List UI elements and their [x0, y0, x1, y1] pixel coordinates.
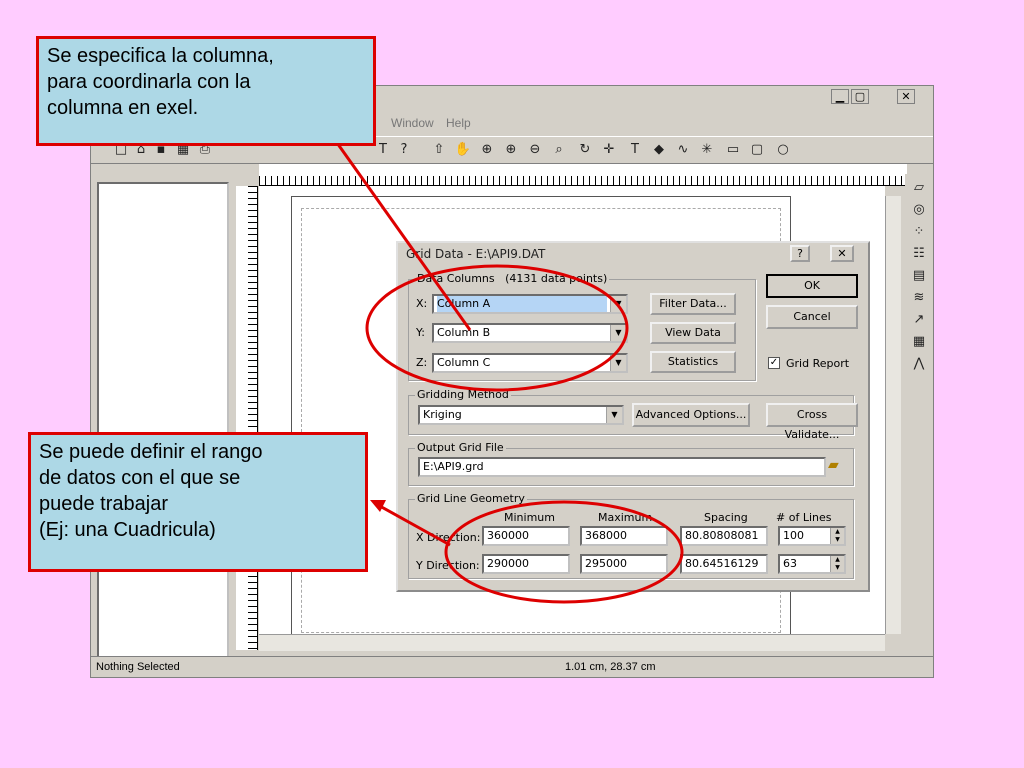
spin-arrows-icon[interactable]: ▲ ▼: [830, 528, 844, 544]
close-window-button[interactable]: ✕: [897, 89, 915, 104]
zoom-fit-icon[interactable]: ⌕: [549, 141, 569, 159]
horizontal-ruler: [259, 164, 907, 186]
horizontal-scrollbar[interactable]: [259, 634, 885, 651]
y-column-label: Y:: [416, 326, 425, 339]
dialog-title: Grid Data - E:\API9.DAT: [406, 247, 546, 261]
spacing-header: Spacing: [704, 511, 748, 524]
chevron-down-icon[interactable]: ▼: [610, 355, 626, 371]
x-column-label: X:: [416, 297, 428, 310]
text-icon[interactable]: T: [625, 141, 645, 159]
top-callout: Se especifica la columna, para coordinar…: [36, 36, 376, 146]
grid-geometry-legend: Grid Line Geometry: [415, 492, 527, 505]
chevron-down-icon[interactable]: ▼: [610, 296, 626, 312]
classed-post-icon[interactable]: ☷: [909, 244, 929, 264]
image-map-icon[interactable]: ▤: [909, 266, 929, 286]
chevron-down-icon[interactable]: ▼: [610, 325, 626, 341]
data-columns-legend: Data Columns: [417, 272, 495, 285]
gridding-method-select[interactable]: Kriging ▼: [418, 405, 624, 425]
polyline-icon[interactable]: ∿: [673, 141, 693, 159]
callout-line: columna en exel.: [47, 97, 199, 119]
y-spacing-input[interactable]: 80.64516129: [680, 554, 768, 574]
grid-data-dialog: Grid Data - E:\API9.DAT ? ✕ Data Columns…: [396, 241, 870, 592]
chevron-down-icon[interactable]: ▼: [606, 407, 622, 423]
crosshair-icon[interactable]: ✛: [599, 141, 619, 159]
status-selection: Nothing Selected: [96, 661, 180, 673]
rectangle-icon[interactable]: ▭: [723, 141, 743, 159]
x-max-input[interactable]: 368000: [580, 526, 668, 546]
restore-button[interactable]: ▢: [851, 89, 869, 104]
callout-line: Se puede definir el rango: [39, 441, 263, 463]
cross-validate-button[interactable]: Cross Validate...: [766, 403, 858, 441]
dialog-help-button[interactable]: ?: [790, 245, 810, 262]
callout-line: (Ej: una Cuadricula): [39, 519, 216, 541]
data-points-count: (4131 data points): [505, 272, 608, 285]
spin-arrows-icon[interactable]: ▲ ▼: [830, 556, 844, 572]
folder-open-icon[interactable]: ▰: [828, 457, 848, 477]
text-tool-icon[interactable]: T: [373, 141, 393, 159]
zoom-rect-icon[interactable]: ⊕: [477, 141, 497, 159]
vector-map-icon[interactable]: ↗: [909, 310, 929, 330]
pan-hand-icon[interactable]: ✋: [453, 141, 473, 159]
polygon-icon[interactable]: ◆: [649, 141, 669, 159]
vertical-scrollbar[interactable]: [885, 196, 901, 634]
y-lines-stepper[interactable]: 63 ▲ ▼: [778, 554, 846, 574]
cancel-button[interactable]: Cancel: [766, 305, 858, 329]
callout-line: Se especifica la columna,: [47, 45, 274, 67]
wireframe-icon[interactable]: ▦: [909, 332, 929, 352]
minimum-header: Minimum: [504, 511, 555, 524]
y-max-input[interactable]: 295000: [580, 554, 668, 574]
x-direction-label: X Direction:: [416, 531, 481, 544]
statistics-button[interactable]: Statistics: [650, 351, 736, 373]
callout-line: para coordinarla con la: [47, 71, 251, 93]
menu-help[interactable]: Help: [446, 116, 471, 130]
dialog-close-button[interactable]: ✕: [830, 245, 854, 262]
maximum-header: Maximum: [598, 511, 653, 524]
bottom-callout: Se puede definir el rango de datos con e…: [28, 432, 368, 572]
zoom-in-icon[interactable]: ⊕: [501, 141, 521, 159]
base-map-icon[interactable]: ▱: [909, 178, 929, 198]
view-data-button[interactable]: View Data: [650, 322, 736, 344]
output-file-input[interactable]: E:\API9.grd: [418, 457, 826, 477]
x-min-input[interactable]: 360000: [482, 526, 570, 546]
y-direction-label: Y Direction:: [416, 559, 480, 572]
grid-report-label: Grid Report: [786, 357, 850, 370]
ellipse-icon[interactable]: ○: [773, 141, 793, 159]
lines-header: # of Lines: [776, 511, 832, 524]
contour-map-icon[interactable]: ◎: [909, 200, 929, 220]
shaded-relief-icon[interactable]: ≋: [909, 288, 929, 308]
y-min-input[interactable]: 290000: [482, 554, 570, 574]
menu-window[interactable]: Window: [391, 116, 434, 130]
y-column-select[interactable]: Column B ▼: [432, 323, 628, 343]
dialog-title-bar: Grid Data - E:\API9.DAT ? ✕: [398, 243, 868, 265]
post-map-icon[interactable]: ⁘: [909, 222, 929, 242]
vertical-ruler: [236, 186, 258, 650]
z-column-label: Z:: [416, 356, 428, 369]
symbol-icon[interactable]: ✳: [697, 141, 717, 159]
rotate-icon[interactable]: ↻: [575, 141, 595, 159]
advanced-options-button[interactable]: Advanced Options...: [632, 403, 750, 427]
surface-icon[interactable]: ⋀: [909, 354, 929, 374]
callout-line: de datos con el que se: [39, 467, 241, 489]
help-pointer-icon[interactable]: ?: [394, 141, 414, 159]
output-grid-legend: Output Grid File: [415, 441, 506, 454]
callout-line: puede trabajar: [39, 493, 168, 515]
gridding-method-legend: Gridding Method: [415, 388, 511, 401]
rounded-rect-icon[interactable]: ▢: [747, 141, 767, 159]
object-manager-panel[interactable]: [97, 182, 229, 662]
status-bar: Nothing Selected 1.01 cm, 28.37 cm: [91, 656, 933, 676]
grid-report-checkbox[interactable]: ✓: [768, 357, 780, 369]
x-column-select[interactable]: Column A ▼: [432, 294, 628, 314]
zoom-out-icon[interactable]: ⊖: [525, 141, 545, 159]
ok-button[interactable]: OK: [766, 274, 858, 298]
select-arrow-icon[interactable]: ⇧: [429, 141, 449, 159]
status-coordinates: 1.01 cm, 28.37 cm: [565, 661, 656, 673]
map-toolbar: ▱ ◎ ⁘ ☷ ▤ ≋ ↗ ▦ ⋀: [905, 174, 933, 534]
z-column-select[interactable]: Column C ▼: [432, 353, 628, 373]
minimize-button[interactable]: ▁: [831, 89, 849, 104]
x-spacing-input[interactable]: 80.80808081: [680, 526, 768, 546]
filter-data-button[interactable]: Filter Data...: [650, 293, 736, 315]
x-lines-stepper[interactable]: 100 ▲ ▼: [778, 526, 846, 546]
